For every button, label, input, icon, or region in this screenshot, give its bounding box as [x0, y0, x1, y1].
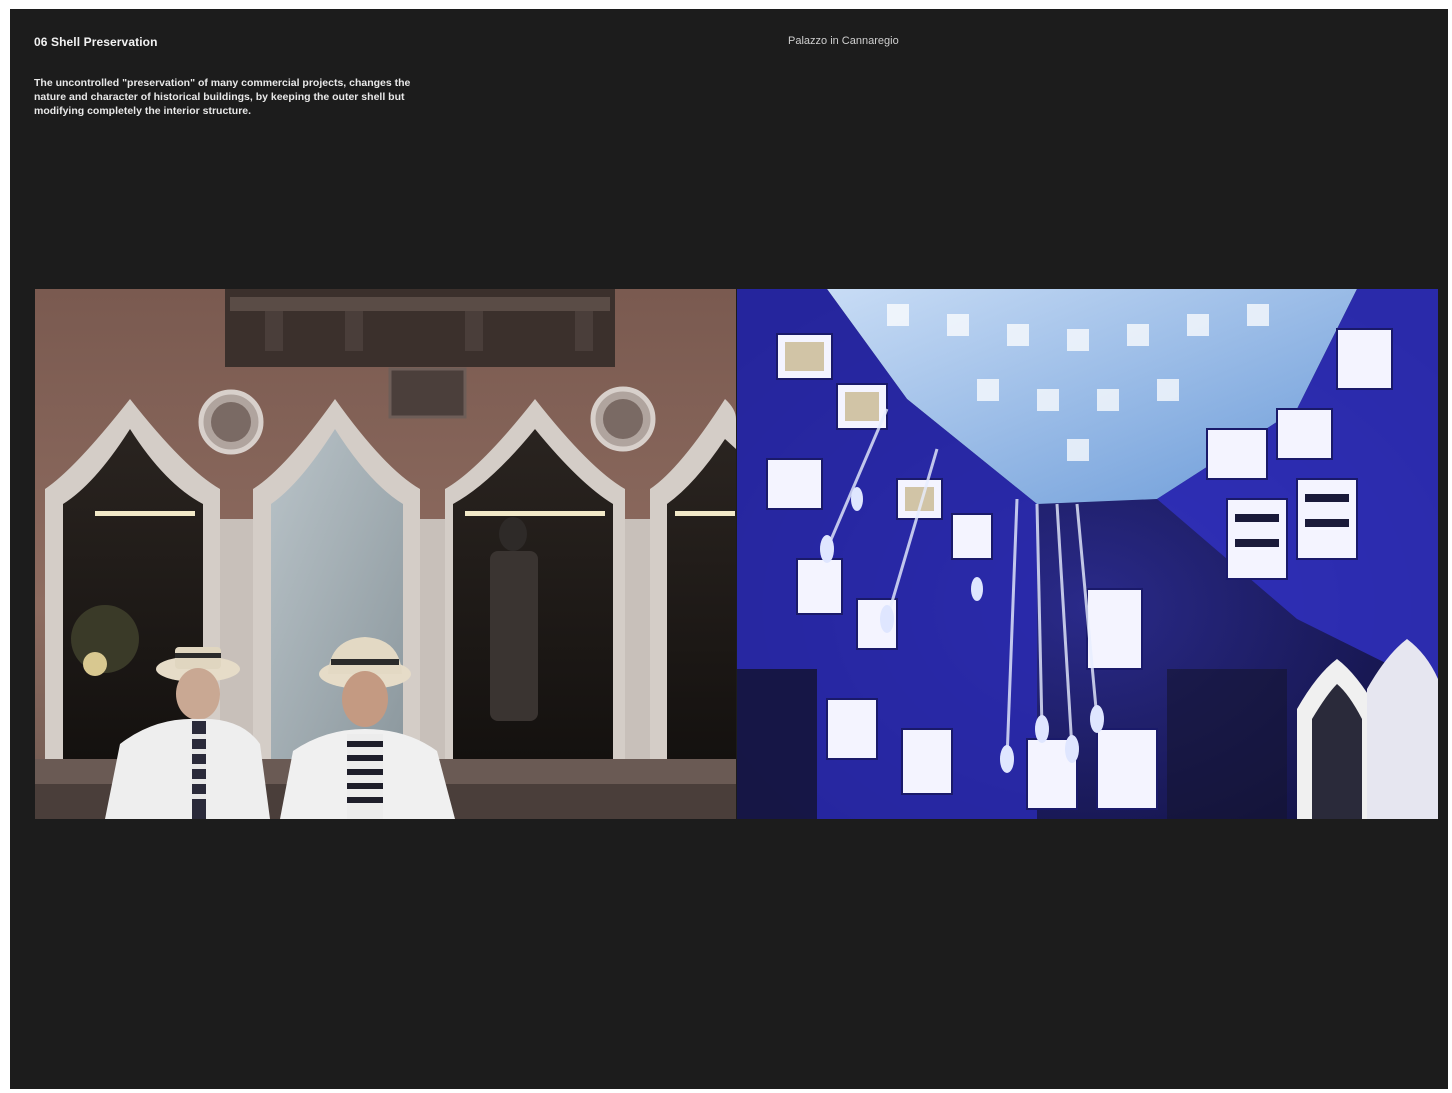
image-caption: Palazzo in Cannaregio [788, 35, 899, 47]
interior-photo [737, 289, 1438, 819]
page-sheet: 06 Shell Preservation The uncontrolled "… [10, 9, 1448, 1089]
section-description: The uncontrolled "preservation" of many … [34, 77, 411, 117]
section-heading: 06 Shell Preservation [34, 35, 158, 49]
facade-photo [35, 289, 736, 819]
